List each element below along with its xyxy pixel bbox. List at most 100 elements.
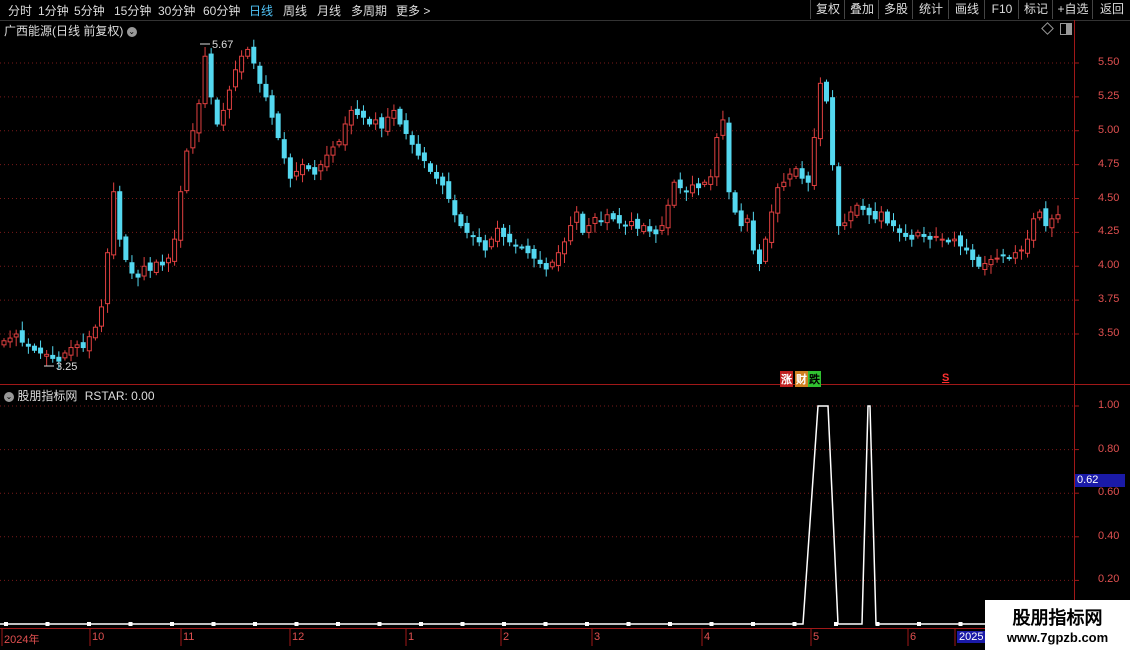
candle-body xyxy=(1018,249,1024,252)
candle-body xyxy=(958,235,964,247)
rstar-point xyxy=(336,622,340,626)
candle-body xyxy=(324,154,330,168)
candle-body xyxy=(836,166,842,227)
event-die-marker[interactable]: 跌 xyxy=(808,371,821,387)
candle-body xyxy=(555,252,561,266)
rstar-point xyxy=(502,622,506,626)
time-tick-label: 2024年 xyxy=(4,634,40,646)
candle-body xyxy=(653,229,659,235)
time-tick-label: 3 xyxy=(594,631,601,643)
candle-body xyxy=(793,168,799,177)
candle-body xyxy=(927,235,933,240)
rstar-point xyxy=(917,622,921,626)
candle-body xyxy=(1055,214,1061,220)
candle-body xyxy=(1025,238,1031,254)
candle-body xyxy=(641,225,647,233)
candle-body xyxy=(586,225,592,233)
candle-body xyxy=(848,211,854,222)
candle-body xyxy=(117,191,123,240)
candle-body xyxy=(1037,211,1043,219)
candle-body xyxy=(68,347,74,356)
rstar-point xyxy=(958,622,963,626)
candle-body xyxy=(159,261,165,266)
candle-body xyxy=(884,211,890,224)
candle-body xyxy=(440,176,446,186)
candle-body xyxy=(702,181,708,185)
candle-body xyxy=(507,233,513,243)
candle-body xyxy=(409,135,415,145)
candle-body xyxy=(458,214,464,227)
rstar-point xyxy=(4,622,8,626)
candle-body xyxy=(964,247,970,251)
low-price-label: 3.25 xyxy=(56,361,78,373)
candle-body xyxy=(1031,218,1037,241)
candle-body xyxy=(239,55,245,73)
candle-body xyxy=(19,330,25,343)
candle-body xyxy=(805,175,811,183)
candle-body xyxy=(263,83,269,98)
candle-body xyxy=(756,249,762,265)
time-tick-label: 5 xyxy=(813,631,820,643)
time-tick-label: 12 xyxy=(292,631,305,643)
event-s-marker[interactable]: S xyxy=(942,372,949,384)
candle-body xyxy=(257,65,263,84)
candle-body xyxy=(787,173,793,180)
candle-body xyxy=(245,48,251,57)
price-tick-label: 5.50 xyxy=(1098,56,1120,68)
candle-body xyxy=(970,249,976,260)
candle-body xyxy=(671,181,677,206)
price-tick-label: 3.75 xyxy=(1098,293,1120,306)
candle-body xyxy=(446,181,452,199)
candle-body xyxy=(750,220,756,251)
candle-body xyxy=(1000,254,1006,257)
price-tick-label: 4.25 xyxy=(1098,225,1120,238)
candle-body xyxy=(525,245,531,254)
rstar-line xyxy=(0,405,1074,625)
candle-body xyxy=(360,110,366,118)
rstar-point xyxy=(875,622,880,626)
rstar-point xyxy=(585,622,589,626)
candle-body xyxy=(348,109,354,126)
candle-body xyxy=(549,261,555,268)
candle-body xyxy=(677,179,683,189)
candle-body xyxy=(336,141,342,146)
price-tick-label: 5.25 xyxy=(1098,89,1120,102)
candle-body xyxy=(708,176,714,185)
event-cai-marker[interactable]: 财 xyxy=(795,371,808,387)
candle-body xyxy=(7,337,13,343)
candle-body xyxy=(720,119,726,136)
candle-body xyxy=(951,238,957,242)
candle-body xyxy=(635,218,641,229)
candle-body xyxy=(105,252,111,305)
candle-body xyxy=(866,207,872,216)
candle-body xyxy=(775,187,781,214)
candle-body xyxy=(1049,218,1055,229)
indicator-tick-label: 0.20 xyxy=(1098,573,1120,586)
candle-body xyxy=(683,190,689,193)
candle-body xyxy=(1043,208,1049,227)
candle-body xyxy=(300,164,306,176)
rstar-point xyxy=(792,622,797,626)
candle-body xyxy=(939,238,945,241)
candle-body xyxy=(799,168,805,179)
candle-body xyxy=(903,232,909,237)
indicator-tick-label: 1.00 xyxy=(1098,399,1120,411)
candle-body xyxy=(543,263,549,270)
candle-body xyxy=(111,191,117,256)
candle-body xyxy=(184,150,190,192)
candle-body xyxy=(385,116,391,132)
candle-body xyxy=(610,213,616,220)
candle-body xyxy=(293,170,299,177)
candle-body xyxy=(178,191,184,241)
candle-body xyxy=(13,333,19,338)
rstar-point xyxy=(543,622,548,626)
price-tick-label: 4.50 xyxy=(1098,191,1120,204)
candle-body xyxy=(397,108,403,125)
event-zhang-marker[interactable]: 涨 xyxy=(780,371,793,387)
candle-body xyxy=(878,211,884,222)
candle-body xyxy=(452,200,458,216)
candle-body xyxy=(562,241,568,255)
rstar-point xyxy=(211,622,216,626)
chart-svg[interactable] xyxy=(0,0,1130,650)
candle-body xyxy=(537,259,543,265)
